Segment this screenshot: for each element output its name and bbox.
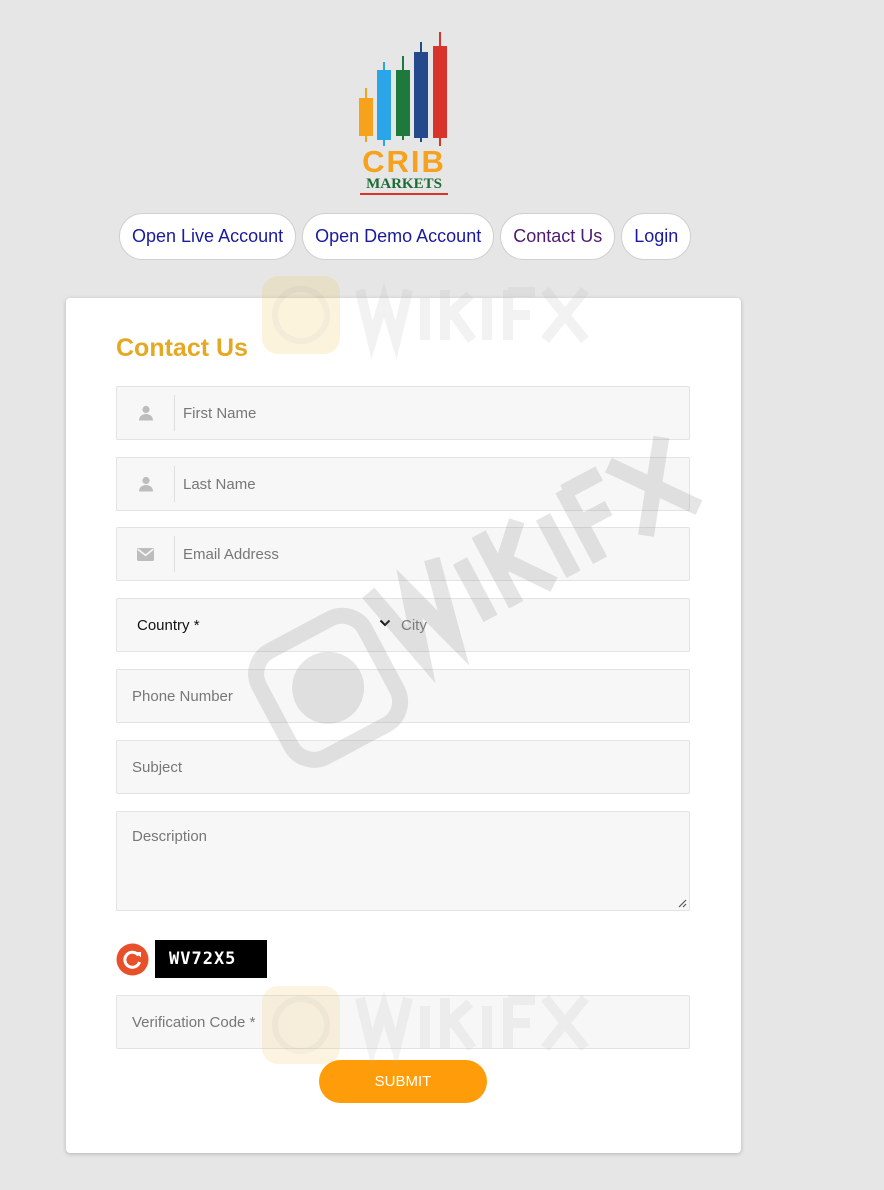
country-select[interactable]: Country *	[117, 599, 393, 651]
email-field	[116, 527, 690, 581]
country-city-row: Country *	[116, 598, 690, 652]
brand-name: CRIB	[362, 144, 446, 179]
nav-open-demo-account[interactable]: Open Demo Account	[302, 213, 495, 260]
first-name-input[interactable]	[175, 387, 689, 439]
brand-underline	[360, 193, 448, 195]
last-name-field	[116, 457, 690, 511]
submit-button[interactable]: SUBMIT	[319, 1060, 487, 1103]
country-select-value: Country *	[137, 616, 200, 634]
phone-input[interactable]	[117, 670, 689, 722]
last-name-input[interactable]	[175, 458, 689, 510]
description-field	[116, 811, 690, 911]
candlestick-logo-icon	[359, 32, 447, 146]
subject-input[interactable]	[117, 741, 689, 793]
phone-field	[116, 669, 690, 723]
page: CRIB MARKETS Open Live Account Open Demo…	[0, 0, 884, 1190]
brand-subname: MARKETS	[366, 176, 442, 192]
user-icon	[117, 395, 175, 431]
captcha-row: WV72X5	[116, 939, 267, 979]
user-icon	[117, 466, 175, 502]
brand-logo[interactable]: CRIB MARKETS	[352, 28, 456, 198]
subject-field	[116, 740, 690, 794]
nav-login[interactable]: Login	[621, 213, 692, 260]
captcha-image: WV72X5	[155, 940, 267, 978]
refresh-captcha-icon[interactable]	[116, 943, 149, 976]
verification-field	[116, 995, 690, 1049]
description-textarea[interactable]	[117, 812, 689, 910]
email-input[interactable]	[175, 528, 689, 580]
city-input[interactable]	[393, 599, 689, 651]
nav-contact-us[interactable]: Contact Us	[500, 213, 616, 260]
verification-code-input[interactable]	[117, 996, 689, 1048]
first-name-field	[116, 386, 690, 440]
envelope-icon	[117, 536, 175, 572]
chevron-down-icon	[379, 619, 391, 627]
nav-open-live-account[interactable]: Open Live Account	[119, 213, 297, 260]
contact-form-card: Contact Us Country *	[66, 298, 741, 1153]
top-nav: Open Live Account Open Demo Account Cont…	[119, 213, 692, 260]
form-title: Contact Us	[116, 334, 248, 362]
resize-handle-icon[interactable]	[677, 898, 687, 908]
